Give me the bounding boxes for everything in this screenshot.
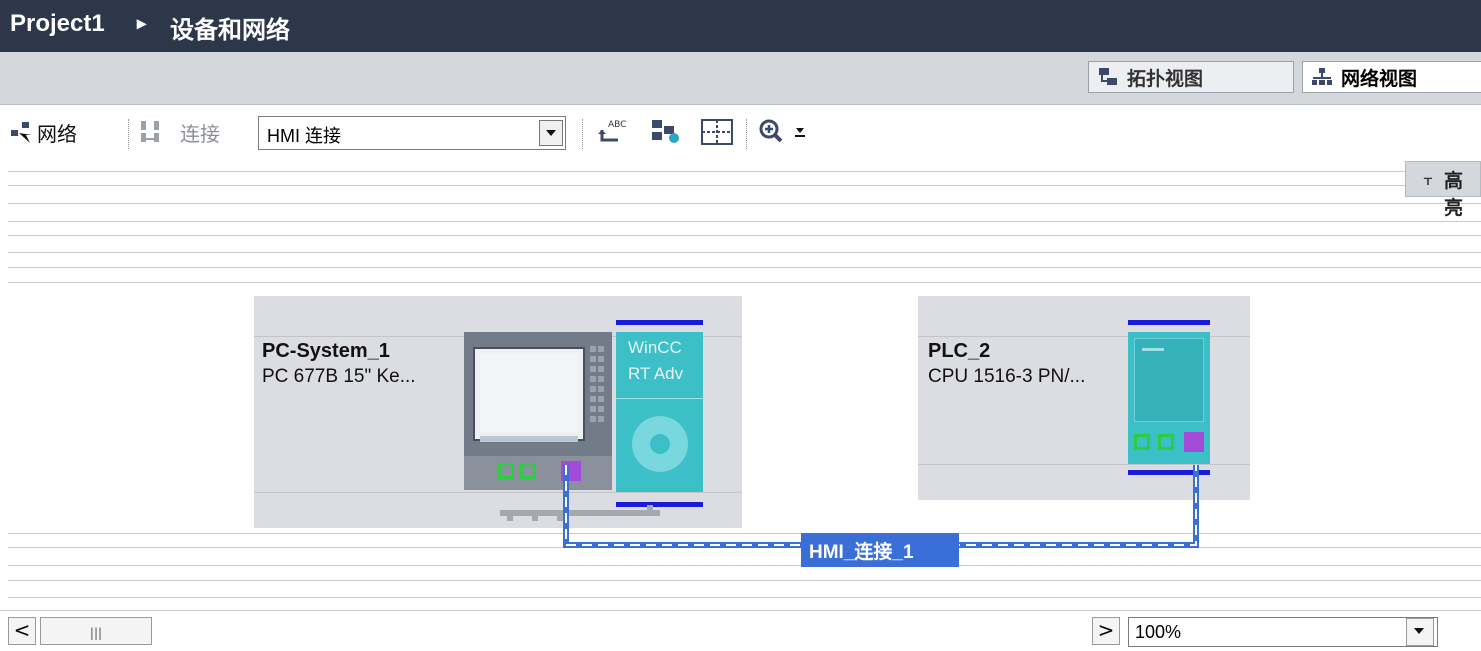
toolbar: 网络 连接 HMI 连接 ABC <box>0 105 1481 161</box>
toolbar-separator <box>582 119 584 149</box>
show-connection-names-icon[interactable]: ABC <box>596 118 630 146</box>
connection-label-box[interactable]: HMI_连接_1 <box>801 533 959 567</box>
highlight-panel-label: 高亮 <box>1444 171 1464 219</box>
network-mode-button[interactable]: 网络 <box>37 118 77 147</box>
interface-view-icon[interactable] <box>650 118 684 146</box>
zoom-in-icon[interactable] <box>758 118 812 146</box>
network-mode-icon[interactable] <box>10 121 34 143</box>
scroll-grip-icon: ||| <box>89 626 103 640</box>
device-name[interactable]: PLC_2 <box>928 340 990 363</box>
device-type: PC 677B 15" Ke... <box>262 366 416 387</box>
chevron-down-icon[interactable] <box>539 120 563 146</box>
zoom-select[interactable]: 100% <box>1128 617 1438 647</box>
zoom-dropdown-icon[interactable] <box>1406 618 1434 646</box>
tab-topology-label: 拓扑视图 <box>1127 68 1204 90</box>
pin-icon[interactable]: ᚁ <box>1424 168 1432 187</box>
toolbar-separator <box>128 119 130 149</box>
svg-text:ABC: ABC <box>608 120 626 130</box>
breadcrumb-separator-icon: ▸ <box>137 13 147 33</box>
network-canvas[interactable]: ᚁ 高亮 PC-System_1 PC 677B 15" Ke... WinCC… <box>0 161 1481 610</box>
ethernet-port[interactable] <box>1158 434 1174 450</box>
breadcrumb-page: 设备和网络 <box>170 17 290 44</box>
device-name[interactable]: PC-System_1 <box>262 340 390 363</box>
page-break-icon[interactable] <box>700 118 734 146</box>
ethernet-port[interactable] <box>498 463 514 479</box>
zoom-value: 100% <box>1135 622 1182 642</box>
connection-label: HMI_连接_1 <box>809 542 914 563</box>
tab-network-label: 网络视图 <box>1341 68 1418 90</box>
device-type: CPU 1516-3 PN/... <box>928 366 1086 387</box>
ethernet-port[interactable] <box>1134 434 1150 450</box>
profinet-port[interactable] <box>1184 432 1204 452</box>
connections-mode-icon[interactable] <box>140 120 164 144</box>
scroll-right-icon[interactable]: > <box>1092 617 1120 645</box>
connection-type-select[interactable]: HMI 连接 <box>258 116 566 150</box>
status-bar: < ||| > 100% <box>0 610 1481 651</box>
toolbar-separator <box>746 119 748 149</box>
topology-icon <box>1099 68 1117 85</box>
horizontal-scrollbar-thumb[interactable]: ||| <box>40 617 152 645</box>
breadcrumb-project[interactable]: Project1 <box>10 10 105 38</box>
connection-type-value: HMI 连接 <box>267 126 341 146</box>
connections-mode-button[interactable]: 连接 <box>180 118 220 147</box>
tab-network-view[interactable]: 网络视图 <box>1302 61 1481 93</box>
view-tab-bar: 拓扑视图 网络视图 <box>0 52 1481 105</box>
highlight-panel-tab[interactable]: ᚁ 高亮 <box>1405 161 1481 219</box>
title-bar: Project1 ▸ 设备和网络 <box>0 0 1481 52</box>
scroll-left-icon[interactable]: < <box>8 617 36 645</box>
app-line2: RT Adv <box>628 364 684 383</box>
app-line1: WinCC <box>628 338 682 357</box>
ethernet-port[interactable] <box>520 463 536 479</box>
tab-topology-view[interactable]: 拓扑视图 <box>1088 61 1294 93</box>
network-view-icon <box>1312 68 1332 85</box>
